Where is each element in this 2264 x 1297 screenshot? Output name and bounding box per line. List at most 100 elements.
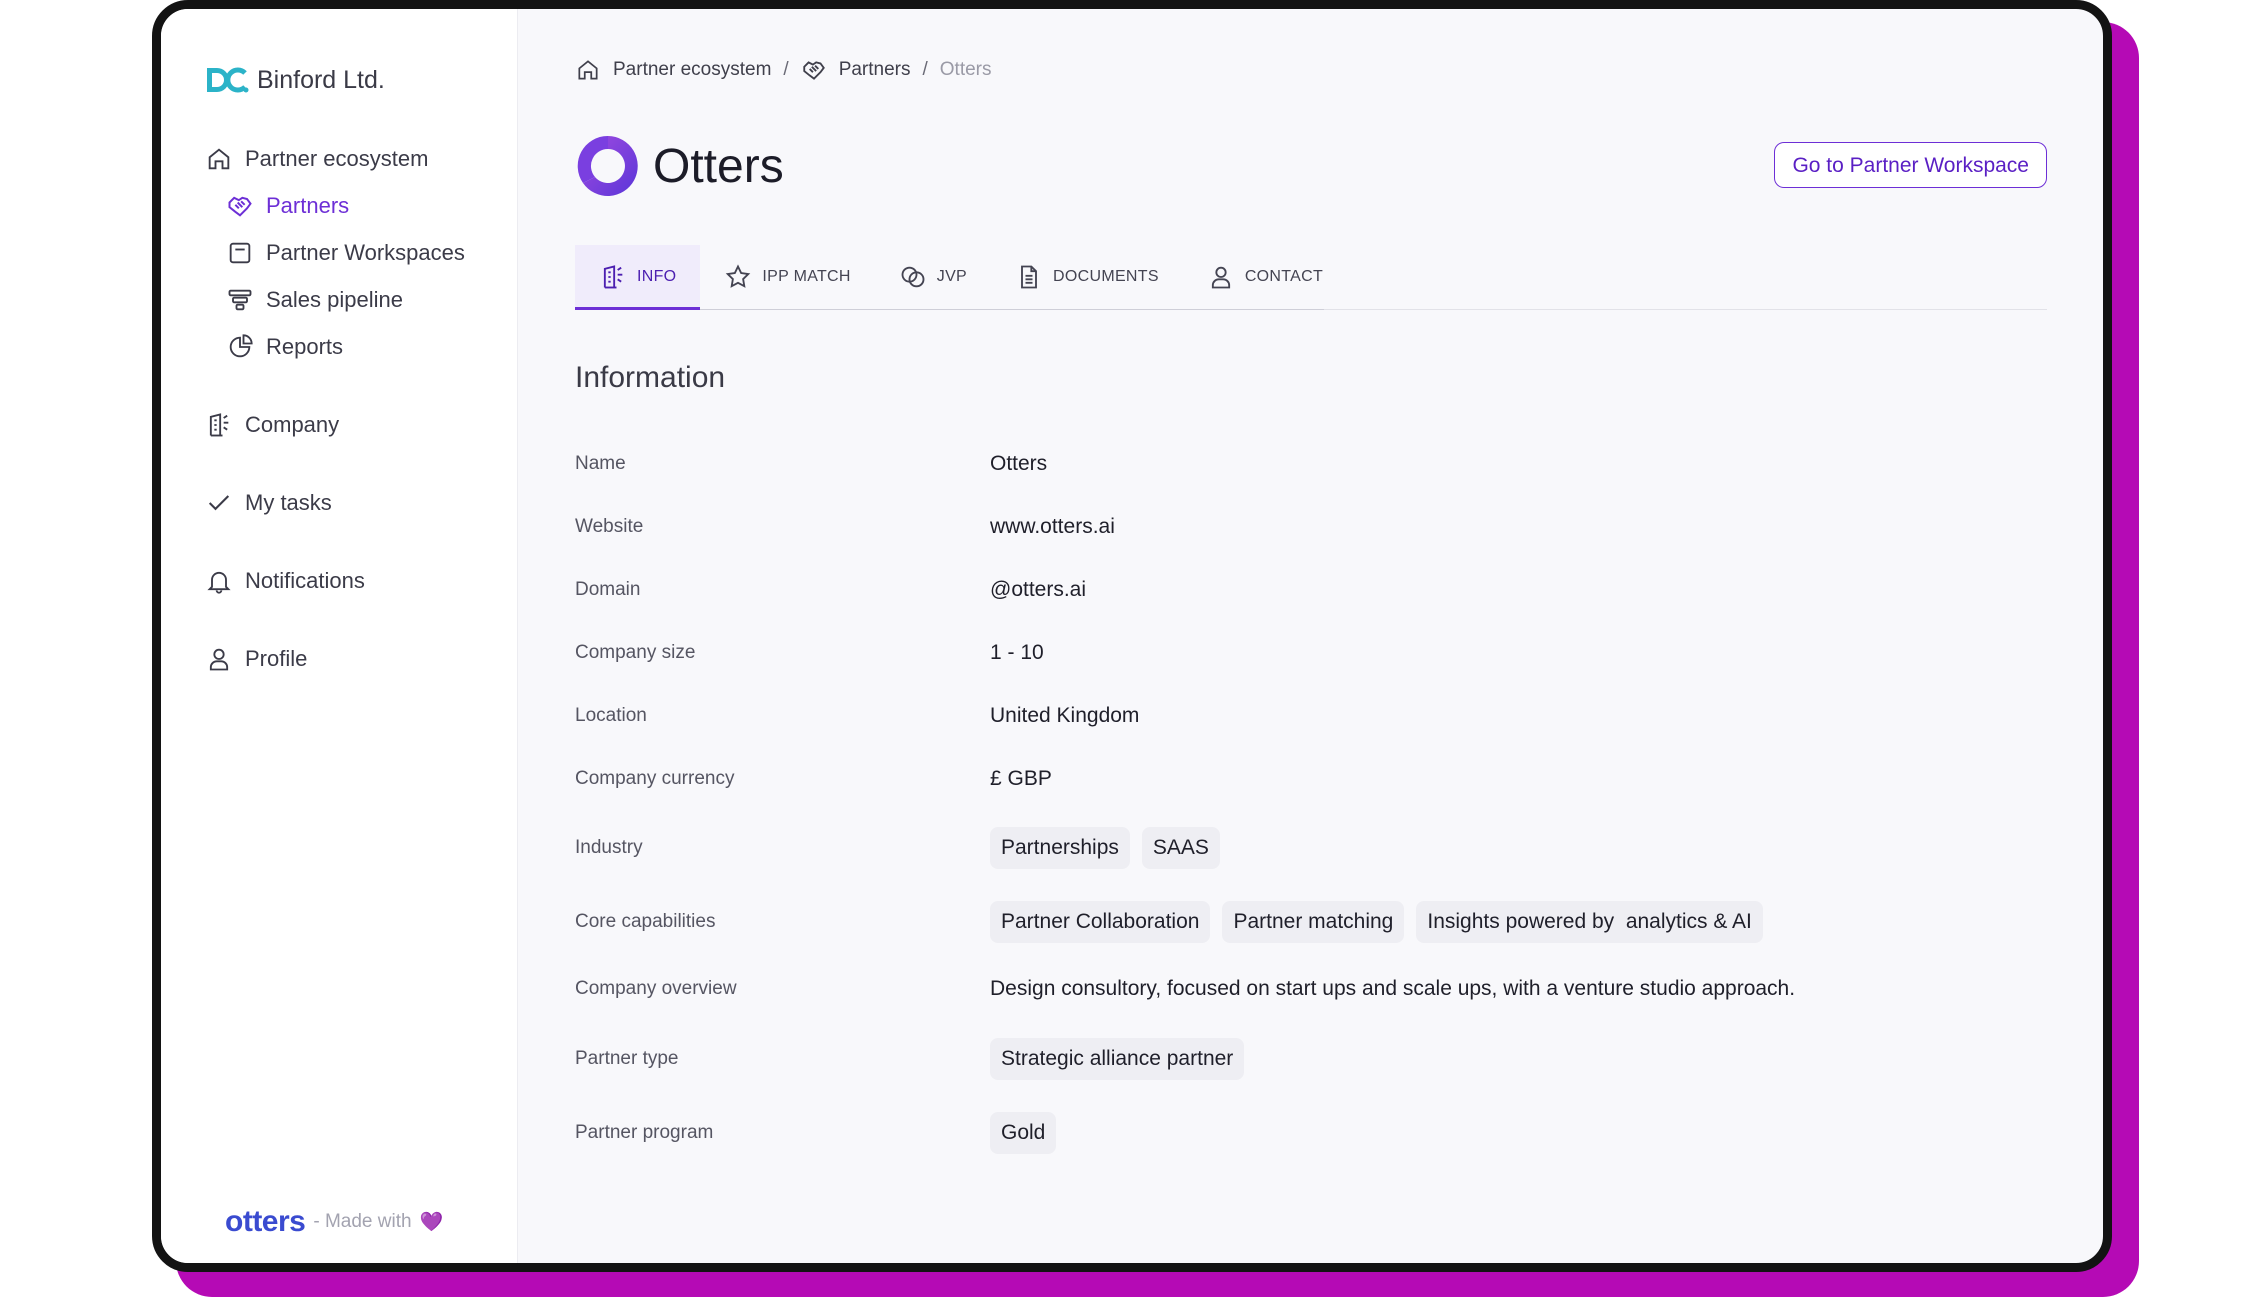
- sidebar: Binford Ltd. Partner ecosystem Partners …: [161, 9, 518, 1263]
- tab-contact[interactable]: CONTACT: [1183, 245, 1347, 309]
- info-row-core-capabilities: Core capabilities Partner Collaboration …: [575, 901, 1763, 943]
- tab-label: IPP MATCH: [762, 268, 851, 285]
- section-title: Information: [575, 361, 726, 394]
- funnel-icon: [228, 289, 252, 311]
- tag-chip: Strategic alliance partner: [990, 1038, 1245, 1080]
- info-row-partner-type: Partner type Strategic alliance partner: [575, 1038, 1245, 1080]
- main-content: Partner ecosystem / Partners / Otters Ot…: [517, 9, 2103, 1263]
- info-value: £ GBP: [990, 767, 1052, 790]
- building-icon: [209, 413, 229, 437]
- sidebar-item-profile[interactable]: Profile: [205, 645, 307, 673]
- info-row-partner-program: Partner program Gold: [575, 1112, 1057, 1154]
- home-icon: [208, 148, 230, 170]
- document-icon: [1021, 265, 1037, 289]
- info-label: Company size: [575, 642, 696, 663]
- user-icon: [209, 648, 229, 671]
- info-row-industry: Industry Partnerships SAAS: [575, 827, 1220, 869]
- chip-list: Partner Collaboration Partner matching I…: [990, 901, 1763, 943]
- workspace-icon: [229, 242, 251, 264]
- sidebar-item-label: Company: [245, 412, 340, 437]
- info-label: Partner program: [575, 1122, 714, 1143]
- sidebar-item-my-tasks[interactable]: My tasks: [205, 489, 332, 517]
- company-logo-icon: [207, 67, 249, 93]
- info-value: @otters.ai: [990, 578, 1087, 601]
- sidebar-item-partners[interactable]: Partners: [226, 192, 349, 220]
- brand: Binford Ltd.: [205, 65, 385, 95]
- info-label: Location: [575, 705, 647, 726]
- breadcrumb-partner-ecosystem[interactable]: Partner ecosystem: [613, 59, 771, 81]
- building-icon: [603, 265, 623, 289]
- tag-chip: Partnerships: [990, 827, 1130, 869]
- info-row-company-overview: Company overview Design consultory, focu…: [575, 977, 1795, 1001]
- chip-list: Gold: [990, 1112, 1057, 1154]
- star-icon: [726, 264, 751, 288]
- breadcrumb-separator: /: [922, 59, 928, 80]
- sidebar-item-label: Notifications: [245, 568, 365, 593]
- tab-info[interactable]: INFO: [575, 245, 701, 310]
- handshake-icon: [803, 61, 825, 80]
- made-with-text: - Made with: [313, 1211, 412, 1232]
- info-row-domain: Domain @otters.ai: [575, 578, 1086, 602]
- app-window: Binford Ltd. Partner ecosystem Partners …: [152, 0, 2112, 1272]
- tab-label: DOCUMENTS: [1053, 268, 1159, 285]
- info-value: United Kingdom: [990, 704, 1140, 727]
- sidebar-item-sales-pipeline[interactable]: Sales pipeline: [226, 286, 403, 314]
- info-value: 1 - 10: [990, 641, 1044, 664]
- handshake-icon: [228, 196, 252, 217]
- pie-chart-icon: [229, 334, 253, 358]
- tab-bar: INFO IPP MATCH JVP DOCUMENTS CONTACT: [575, 245, 2047, 310]
- tab-label: JVP: [936, 268, 968, 285]
- tab-label: INFO: [637, 268, 677, 285]
- info-label: Domain: [575, 579, 641, 600]
- sidebar-item-label: My tasks: [245, 490, 332, 515]
- sidebar-item-partner-workspaces[interactable]: Partner Workspaces: [226, 239, 465, 267]
- website-link[interactable]: www.otters.ai: [990, 515, 1115, 539]
- info-value: Otters: [990, 452, 1048, 475]
- tag-chip: Gold: [990, 1112, 1057, 1154]
- tab-jvp[interactable]: JVP: [875, 245, 991, 309]
- info-label: Company currency: [575, 768, 735, 789]
- chip-list: Strategic alliance partner: [990, 1038, 1245, 1080]
- info-label: Core capabilities: [575, 911, 716, 932]
- info-row-website: Website www.otters.ai: [575, 515, 1115, 539]
- heart-icon: 💜: [419, 1212, 444, 1233]
- check-icon: [208, 495, 230, 511]
- home-icon: [578, 60, 598, 80]
- sidebar-item-label: Reports: [266, 334, 344, 359]
- info-label: Name: [575, 453, 626, 474]
- sidebar-item-label: Partner Workspaces: [266, 240, 465, 265]
- sidebar-item-label: Partners: [266, 193, 350, 218]
- tag-chip: Partner Collaboration: [990, 901, 1211, 943]
- tag-chip: SAAS: [1141, 827, 1220, 869]
- overlap-circles-icon: [901, 266, 925, 288]
- sidebar-item-partner-ecosystem[interactable]: Partner ecosystem: [205, 145, 428, 173]
- info-row-currency: Company currency £ GBP: [575, 767, 1052, 791]
- otters-logo: otters: [225, 1205, 306, 1238]
- breadcrumb-current: Otters: [939, 59, 992, 80]
- tag-chip: Partner matching: [1222, 901, 1405, 943]
- sidebar-item-notifications[interactable]: Notifications: [205, 567, 365, 595]
- company-name: Binford Ltd.: [257, 65, 385, 94]
- page-header: Otters: [575, 133, 784, 199]
- tab-label: CONTACT: [1244, 268, 1324, 285]
- breadcrumb-partners[interactable]: Partners: [839, 59, 911, 81]
- tag-chip: Insights powered by analytics & AI: [1416, 901, 1763, 943]
- sidebar-item-company[interactable]: Company: [205, 411, 339, 439]
- breadcrumb-separator: /: [783, 59, 789, 80]
- info-label: Industry: [575, 837, 643, 858]
- info-row-name: Name Otters: [575, 452, 1047, 476]
- otters-logo-icon: [577, 135, 638, 196]
- page-title: Otters: [653, 139, 784, 193]
- info-row-location: Location United Kingdom: [575, 704, 1139, 728]
- user-icon: [1211, 266, 1230, 289]
- sidebar-item-label: Sales pipeline: [266, 287, 403, 312]
- info-row-company-size: Company size 1 - 10: [575, 641, 1044, 665]
- bell-icon: [207, 571, 231, 594]
- sidebar-item-label: Partner ecosystem: [245, 146, 429, 171]
- tab-documents[interactable]: DOCUMENTS: [991, 245, 1183, 309]
- go-to-partner-workspace-button[interactable]: Go to Partner Workspace: [1774, 142, 2047, 188]
- sidebar-item-reports[interactable]: Reports: [226, 333, 343, 361]
- tab-ipp-match[interactable]: IPP MATCH: [700, 245, 874, 309]
- info-value: Design consultory, focused on start ups …: [990, 977, 1796, 1000]
- info-label: Website: [575, 516, 644, 537]
